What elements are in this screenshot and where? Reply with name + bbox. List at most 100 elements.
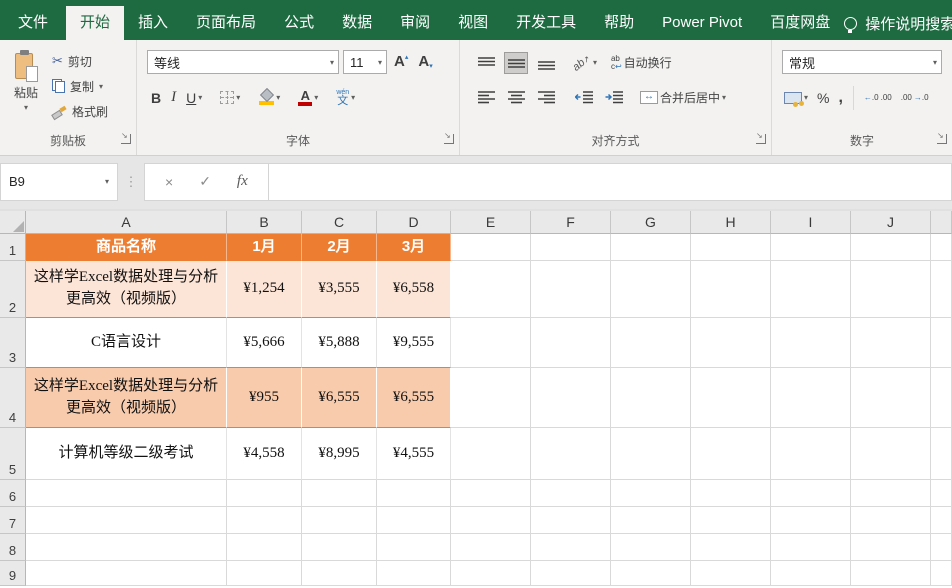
cell-G7[interactable] (611, 507, 691, 534)
cell-K1[interactable] (931, 234, 952, 261)
cell-B2[interactable]: ¥1,254 (227, 261, 302, 318)
cell-D7[interactable] (377, 507, 451, 534)
tab-view[interactable]: 视图 (444, 6, 502, 40)
orientation-button[interactable]: ab ▾ (572, 57, 597, 69)
cell-F9[interactable] (531, 561, 611, 586)
number-dialog-launcher-icon[interactable] (937, 134, 947, 144)
cell-D5[interactable]: ¥4,555 (377, 428, 451, 480)
cell-A2[interactable]: 这样学Excel数据处理与分析更高效（视频版） (26, 261, 227, 318)
cell-B6[interactable] (227, 480, 302, 507)
cell-I2[interactable] (771, 261, 851, 318)
cell-H2[interactable] (691, 261, 771, 318)
align-center-button[interactable] (504, 86, 528, 108)
tab-page-layout[interactable]: 页面布局 (182, 6, 270, 40)
cell-E3[interactable] (451, 318, 531, 368)
phonetic-guide-button[interactable]: wén文 ▾ (336, 89, 355, 107)
cell-C2[interactable]: ¥3,555 (302, 261, 377, 318)
column-header-partial[interactable] (931, 211, 952, 234)
cell-K4[interactable] (931, 368, 952, 428)
cell-E7[interactable] (451, 507, 531, 534)
cell-B5[interactable]: ¥4,558 (227, 428, 302, 480)
cell-H4[interactable] (691, 368, 771, 428)
cell-C6[interactable] (302, 480, 377, 507)
cell-B4[interactable]: ¥955 (227, 368, 302, 428)
cell-G6[interactable] (611, 480, 691, 507)
decrease-indent-button[interactable] (572, 86, 596, 108)
cell-I9[interactable] (771, 561, 851, 586)
row-header-6[interactable]: 6 (0, 480, 26, 507)
cell-F5[interactable] (531, 428, 611, 480)
cell-F1[interactable] (531, 234, 611, 261)
cell-D4[interactable]: ¥6,555 (377, 368, 451, 428)
cell-K8[interactable] (931, 534, 952, 561)
row-header-4[interactable]: 4 (0, 368, 26, 428)
formula-input[interactable] (269, 163, 952, 201)
column-header-G[interactable]: G (611, 211, 691, 234)
cancel-button[interactable]: × (165, 174, 173, 190)
cell-A7[interactable] (26, 507, 227, 534)
cell-A9[interactable] (26, 561, 227, 586)
cell-F3[interactable] (531, 318, 611, 368)
cell-J3[interactable] (851, 318, 931, 368)
cell-A3[interactable]: C语言设计 (26, 318, 227, 368)
cell-H6[interactable] (691, 480, 771, 507)
row-header-7[interactable]: 7 (0, 507, 26, 534)
column-header-E[interactable]: E (451, 211, 531, 234)
cell-K3[interactable] (931, 318, 952, 368)
cell-H7[interactable] (691, 507, 771, 534)
cell-H3[interactable] (691, 318, 771, 368)
cell-G9[interactable] (611, 561, 691, 586)
font-dialog-launcher-icon[interactable] (444, 134, 454, 144)
align-middle-button[interactable] (504, 52, 528, 74)
cell-K6[interactable] (931, 480, 952, 507)
accounting-format-button[interactable]: ▾ (784, 92, 808, 104)
cell-K5[interactable] (931, 428, 952, 480)
cell-J6[interactable] (851, 480, 931, 507)
name-box[interactable]: B9 ▾ (0, 163, 118, 201)
font-size-select[interactable]: 11 ▾ (343, 50, 387, 74)
cell-D2[interactable]: ¥6,558 (377, 261, 451, 318)
fill-color-button[interactable]: ▾ (258, 90, 280, 105)
cell-F6[interactable] (531, 480, 611, 507)
tab-data[interactable]: 数据 (328, 6, 386, 40)
wrap-text-button[interactable]: abc↩ 自动换行 (611, 54, 672, 71)
cell-F2[interactable] (531, 261, 611, 318)
font-name-select[interactable]: 等线 ▾ (147, 50, 339, 74)
row-header-3[interactable]: 3 (0, 318, 26, 368)
cell-I8[interactable] (771, 534, 851, 561)
cell-C5[interactable]: ¥8,995 (302, 428, 377, 480)
cell-J4[interactable] (851, 368, 931, 428)
cell-J8[interactable] (851, 534, 931, 561)
tab-formulas[interactable]: 公式 (270, 6, 328, 40)
increase-indent-button[interactable] (602, 86, 626, 108)
cell-C7[interactable] (302, 507, 377, 534)
cell-C1[interactable]: 2月 (302, 234, 377, 261)
font-color-button[interactable]: A ▾ (298, 90, 318, 106)
tab-review[interactable]: 审阅 (386, 6, 444, 40)
cell-G5[interactable] (611, 428, 691, 480)
cell-D6[interactable] (377, 480, 451, 507)
number-format-select[interactable]: 常规 ▾ (782, 50, 942, 74)
column-header-H[interactable]: H (691, 211, 771, 234)
align-bottom-button[interactable] (534, 52, 558, 74)
cell-I3[interactable] (771, 318, 851, 368)
cell-H9[interactable] (691, 561, 771, 586)
tab-file[interactable]: 文件 (0, 6, 66, 40)
cell-A5[interactable]: 计算机等级二级考试 (26, 428, 227, 480)
cell-E5[interactable] (451, 428, 531, 480)
tab-insert[interactable]: 插入 (124, 6, 182, 40)
column-header-J[interactable]: J (851, 211, 931, 234)
insert-function-button[interactable]: fx (237, 173, 248, 190)
tab-power-pivot[interactable]: Power Pivot (648, 6, 756, 40)
cell-J1[interactable] (851, 234, 931, 261)
column-header-B[interactable]: B (227, 211, 302, 234)
cell-B9[interactable] (227, 561, 302, 586)
column-header-C[interactable]: C (302, 211, 377, 234)
cell-J7[interactable] (851, 507, 931, 534)
tab-help[interactable]: 帮助 (590, 6, 648, 40)
paste-button[interactable]: 粘贴 ▾ (0, 46, 52, 133)
cell-E8[interactable] (451, 534, 531, 561)
cell-G2[interactable] (611, 261, 691, 318)
copy-button[interactable]: 复制 ▾ (52, 75, 108, 97)
cell-D8[interactable] (377, 534, 451, 561)
